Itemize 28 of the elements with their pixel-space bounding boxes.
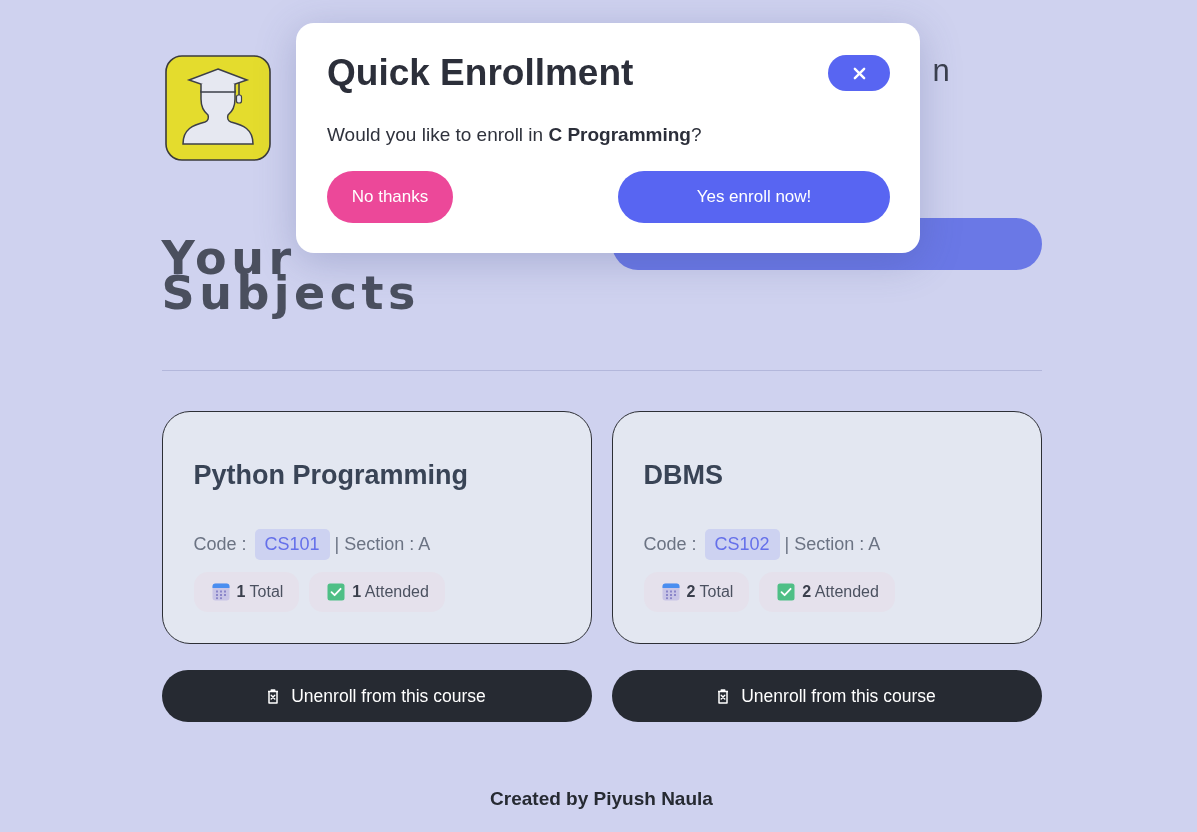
dialog-title: Quick Enrollment [327,51,634,95]
code-label: Code : [193,533,247,555]
section-text: | Section : A [334,533,431,555]
total-count: 1 Total [236,583,284,601]
close-button[interactable] [828,55,890,91]
attended-count: 1 Attended [352,583,429,601]
course-code: CS102 [704,528,780,560]
unenroll-button[interactable]: Unenroll from this course [161,670,592,722]
trash-icon [267,688,280,704]
dialog-message: Would you like to enroll in C Programming? [327,123,702,147]
unenroll-button[interactable]: Unenroll from this course [611,670,1042,722]
attended-count: 2 Attended [802,583,879,601]
calendar-icon [211,583,230,601]
confirm-button[interactable]: Yes enroll now! [618,171,890,223]
trash-icon [717,688,730,704]
course-title: Python Programming [193,459,469,492]
section-text: | Section : A [784,533,881,555]
calendar-icon [661,583,680,601]
header-text: n [932,55,950,87]
course-title: DBMS [643,459,723,492]
footer-credit: Created by Piyush Naula [490,787,713,811]
code-label: Code : [643,533,697,555]
total-count: 2 Total [686,583,734,601]
checkmark-icon [777,583,796,601]
checkmark-icon [327,583,346,601]
decline-button[interactable]: No thanks [327,171,453,223]
close-icon [852,66,866,80]
course-code: CS101 [254,528,330,560]
